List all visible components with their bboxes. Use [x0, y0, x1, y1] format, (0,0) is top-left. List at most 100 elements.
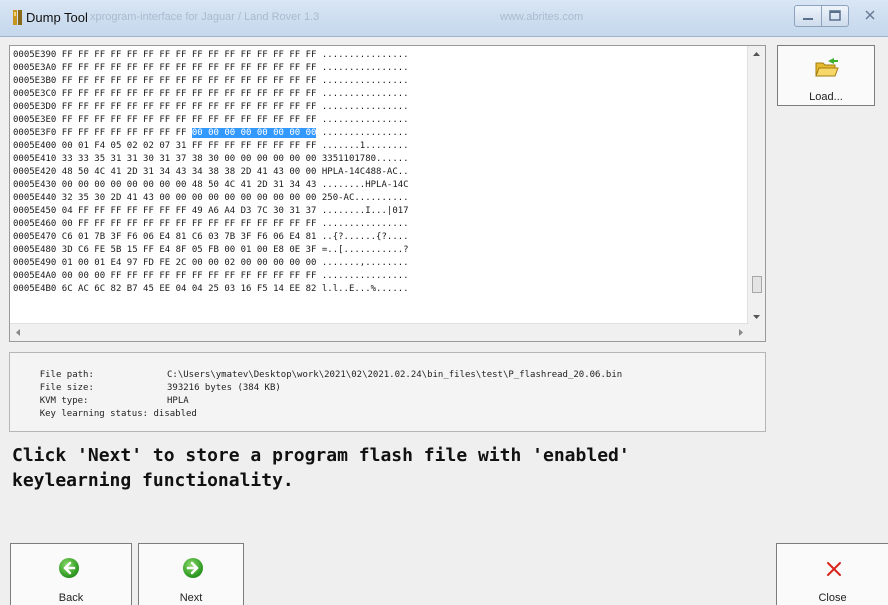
scroll-right-icon[interactable]	[732, 324, 749, 341]
hex-address: 0005E440	[13, 193, 57, 203]
hex-bytes: FF FF FF FF FF FF FF FF FF FF FF FF FF F…	[61, 76, 317, 86]
hex-bytes: FF FF FF FF FF FF FF FF	[61, 128, 192, 138]
hex-ascii: ................	[321, 219, 409, 229]
load-button-label: Load...	[809, 91, 843, 103]
minimize-icon	[803, 18, 813, 20]
hex-address: 0005E3E0	[13, 115, 57, 125]
hex-bytes: 00 FF FF FF FF FF FF FF FF FF FF FF FF F…	[61, 219, 317, 229]
window-close-button[interactable]	[856, 5, 884, 27]
hex-address: 0005E420	[13, 167, 57, 177]
hex-ascii: ................	[321, 89, 409, 99]
hex-row: 0005E400 00 01 F4 05 02 02 07 31 FF FF F…	[13, 140, 409, 153]
hex-row: 0005E450 04 FF FF FF FF FF FF FF 49 A6 A…	[13, 205, 409, 218]
hex-ascii: ................	[321, 76, 409, 86]
hex-ascii: ................	[321, 128, 409, 138]
window-url: www.abrites.com	[500, 11, 584, 23]
key-learning-label: Key learning status:	[39, 409, 149, 419]
hex-ascii: HPLA-14C488-AC..	[321, 167, 409, 177]
hex-ascii: ................	[321, 115, 409, 125]
hex-selected-bytes[interactable]: 00 00 00 00 00 00 00 00	[191, 128, 317, 138]
hex-bytes: C6 01 7B 3F F6 06 E4 81 C6 03 7B 3F F6 0…	[61, 232, 317, 242]
hex-address: 0005E4B0	[13, 284, 57, 294]
scroll-thumb[interactable]	[752, 276, 762, 293]
hex-row: 0005E390 FF FF FF FF FF FF FF FF FF FF F…	[13, 49, 409, 62]
hex-dump-view[interactable]: 0005E390 FF FF FF FF FF FF FF FF FF FF F…	[9, 45, 766, 342]
hex-bytes: FF FF FF FF FF FF FF FF FF FF FF FF FF F…	[61, 115, 317, 125]
hex-address: 0005E4A0	[13, 271, 57, 281]
hex-row: 0005E3D0 FF FF FF FF FF FF FF FF FF FF F…	[13, 101, 409, 114]
hex-ascii: .......,........	[321, 258, 409, 268]
hex-address: 0005E3A0	[13, 63, 57, 73]
hex-ascii: ................	[321, 63, 409, 73]
hex-bytes: 00 00 00 00 00 00 00 00 48 50 4C 41 2D 3…	[61, 180, 317, 190]
hex-ascii: .......1........	[321, 141, 409, 151]
hex-dump-lines: 0005E390 FF FF FF FF FF FF FF FF FF FF F…	[13, 49, 409, 296]
hex-row: 0005E430 00 00 00 00 00 00 00 00 48 50 4…	[13, 179, 409, 192]
close-x-icon	[827, 562, 841, 576]
minimize-button[interactable]	[794, 5, 822, 27]
window-subtitle: xprogram-interface for Jaguar / Land Rov…	[90, 11, 320, 23]
next-button-label: Next	[179, 592, 203, 604]
hex-address: 0005E470	[13, 232, 57, 242]
key-learning-value: disabled	[153, 409, 197, 419]
open-folder-icon	[815, 58, 839, 77]
back-button-label: Back	[58, 592, 84, 604]
hex-row: 0005E470 C6 01 7B 3F F6 06 E4 81 C6 03 7…	[13, 231, 409, 244]
hex-bytes: 32 35 30 2D 41 43 00 00 00 00 00 00 00 0…	[61, 193, 317, 203]
hex-address: 0005E3B0	[13, 76, 57, 86]
hex-address: 0005E460	[13, 219, 57, 229]
vertical-scrollbar[interactable]	[747, 46, 765, 325]
hex-ascii: 3351101780......	[321, 154, 409, 164]
hex-bytes: 6C AC 6C 82 B7 45 EE 04 04 25 03 16 F5 1…	[61, 284, 317, 294]
hex-row: 0005E4A0 00 00 00 FF FF FF FF FF FF FF F…	[13, 270, 409, 283]
load-button[interactable]: Load...	[777, 45, 875, 106]
hex-ascii: l.l..E...%......	[321, 284, 409, 294]
hex-bytes: 00 00 00 FF FF FF FF FF FF FF FF FF FF F…	[61, 271, 317, 281]
window-title: Dump Tool	[26, 10, 88, 25]
scroll-left-icon[interactable]	[10, 324, 27, 341]
scroll-up-icon[interactable]	[748, 46, 765, 63]
hex-address: 0005E3D0	[13, 102, 57, 112]
next-arrow-icon	[183, 558, 203, 578]
horizontal-scrollbar[interactable]	[10, 323, 749, 341]
hex-ascii: ........I...|017	[321, 206, 409, 216]
file-size-value: 393216 bytes (384 KB)	[167, 383, 281, 393]
file-info-panel: File path: C:\Users\ymatev\Desktop\work\2…	[9, 352, 766, 432]
hex-bytes: FF FF FF FF FF FF FF FF FF FF FF FF FF F…	[61, 89, 317, 99]
hex-bytes: FF FF FF FF FF FF FF FF FF FF FF FF FF F…	[61, 63, 317, 73]
back-button[interactable]: Back	[10, 543, 132, 605]
maximize-button[interactable]	[821, 5, 849, 27]
hex-bytes: 33 33 35 31 31 30 31 37 38 30 00 00 00 0…	[61, 154, 317, 164]
file-path-value: C:\Users\ymatev\Desktop\work\2021\02\202…	[167, 370, 623, 380]
hex-row: 0005E3C0 FF FF FF FF FF FF FF FF FF FF F…	[13, 88, 409, 101]
hex-row: 0005E490 01 00 01 E4 97 FD FE 2C 00 00 0…	[13, 257, 409, 270]
back-arrow-icon	[59, 558, 79, 578]
hex-address: 0005E430	[13, 180, 57, 190]
hex-address: 0005E450	[13, 206, 57, 216]
hex-row: 0005E420 48 50 4C 41 2D 31 34 43 34 38 3…	[13, 166, 409, 179]
key-learning-row: Key learning status: disabled	[18, 399, 197, 429]
hex-address: 0005E480	[13, 245, 57, 255]
instruction-message: Click 'Next' to store a program flash fi…	[12, 445, 630, 491]
hex-bytes: 48 50 4C 41 2D 31 34 43 34 38 38 2D 41 4…	[61, 167, 317, 177]
hex-address: 0005E410	[13, 154, 57, 164]
hex-row: 0005E440 32 35 30 2D 41 43 00 00 00 00 0…	[13, 192, 409, 205]
hex-bytes: FF FF FF FF FF FF FF FF FF FF FF FF FF F…	[61, 102, 317, 112]
scroll-down-icon[interactable]	[748, 308, 765, 325]
hex-ascii: ................	[321, 271, 409, 281]
hex-address: 0005E3F0	[13, 128, 57, 138]
hex-row: 0005E410 33 33 35 31 31 30 31 37 38 30 0…	[13, 153, 409, 166]
hex-bytes: 01 00 01 E4 97 FD FE 2C 00 00 02 00 00 0…	[61, 258, 317, 268]
hex-ascii: ..{?......{?....	[321, 232, 409, 242]
hex-row: 0005E3A0 FF FF FF FF FF FF FF FF FF FF F…	[13, 62, 409, 75]
hex-ascii: ........HPLA-14C	[321, 180, 409, 190]
hex-row: 0005E460 00 FF FF FF FF FF FF FF FF FF F…	[13, 218, 409, 231]
title-bar: Dump Tool xprogram-interface for Jaguar …	[0, 0, 888, 37]
hex-address: 0005E400	[13, 141, 57, 151]
close-button[interactable]: Close	[776, 543, 888, 605]
maximize-icon	[829, 10, 841, 21]
app-icon	[13, 10, 22, 25]
next-button[interactable]: Next	[138, 543, 244, 605]
close-icon	[865, 10, 875, 20]
hex-address: 0005E390	[13, 50, 57, 60]
